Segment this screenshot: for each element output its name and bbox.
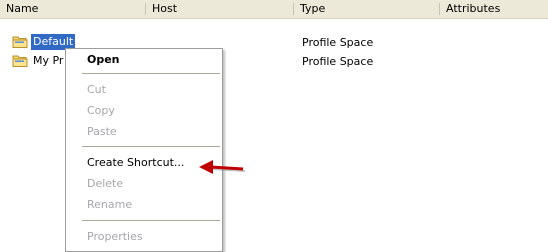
red-arrow-icon: [199, 160, 246, 174]
menu-item-open[interactable]: Open: [66, 50, 222, 70]
column-header-type[interactable]: Type: [294, 0, 440, 18]
menu-separator: [82, 146, 220, 147]
item-name[interactable]: My Pr: [31, 53, 65, 69]
context-menu: Open Cut Copy Paste Create Shortcut... D…: [65, 48, 223, 252]
column-header-attributes[interactable]: Attributes: [440, 0, 548, 18]
item-type: Profile Space: [302, 36, 374, 49]
menu-item-copy[interactable]: Copy: [66, 101, 222, 121]
column-header-name[interactable]: Name: [0, 0, 146, 18]
column-header-host[interactable]: Host: [146, 0, 294, 18]
column-header-label: Host: [152, 2, 178, 15]
column-header-label: Name: [6, 2, 39, 15]
menu-item-properties[interactable]: Properties: [66, 227, 222, 247]
item-type: Profile Space: [302, 55, 374, 68]
menu-separator: [82, 73, 220, 74]
menu-separator: [82, 220, 220, 221]
menu-item-paste[interactable]: Paste: [66, 122, 222, 142]
folder-icon: [12, 55, 28, 67]
folder-icon: [12, 36, 28, 48]
column-header-label: Type: [300, 2, 326, 15]
menu-item-rename[interactable]: Rename: [66, 195, 222, 215]
list-header: Name Host Type Attributes: [0, 0, 548, 19]
column-header-label: Attributes: [446, 2, 501, 15]
menu-item-cut[interactable]: Cut: [66, 80, 222, 100]
